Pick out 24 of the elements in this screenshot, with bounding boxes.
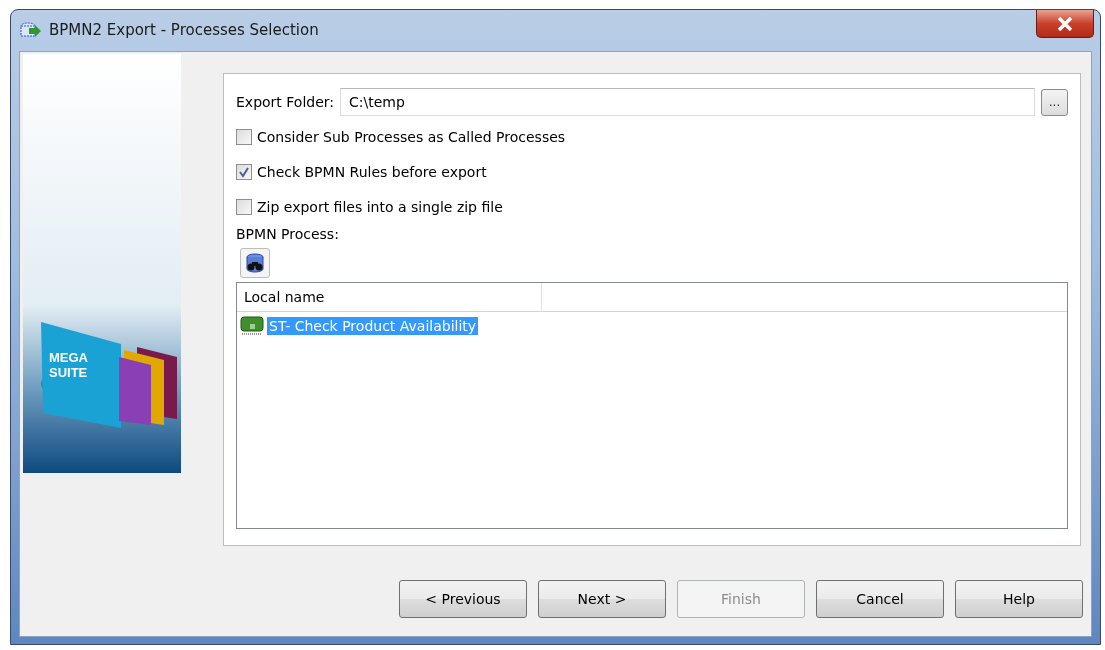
checkbox[interactable]	[236, 164, 252, 180]
window-title: BPMN2 Export - Processes Selection	[49, 21, 320, 39]
checkbox-label: Zip export files into a single zip file	[257, 199, 503, 215]
wizard-button[interactable]: < Previous	[399, 580, 527, 618]
column-header[interactable]: Local name	[237, 283, 542, 311]
checkbox-label: Consider Sub Processes as Called Processes	[257, 129, 566, 145]
wizard-button[interactable]: Next >	[538, 580, 666, 618]
logo-text: SUITE	[49, 365, 88, 380]
checkbox[interactable]	[236, 199, 252, 215]
checkbox-label: Check BPMN Rules before export	[257, 164, 487, 180]
close-icon	[1057, 16, 1073, 31]
logo-text: MEGA	[49, 350, 88, 365]
wizard-button[interactable]: Help	[955, 580, 1083, 618]
process-label: BPMN Process:	[236, 226, 340, 242]
binoculars-icon	[244, 252, 266, 274]
wizard-button[interactable]: Cancel	[816, 580, 944, 618]
app-icon	[19, 20, 41, 40]
close-button[interactable]	[1036, 10, 1094, 38]
process-icon	[240, 315, 264, 337]
checkbox[interactable]	[236, 129, 252, 145]
export-folder-label: Export Folder:	[236, 94, 334, 110]
browse-button[interactable]: ...	[1041, 88, 1068, 116]
export-folder-field[interactable]: C:\temp	[340, 88, 1035, 116]
search-button[interactable]	[240, 248, 270, 278]
